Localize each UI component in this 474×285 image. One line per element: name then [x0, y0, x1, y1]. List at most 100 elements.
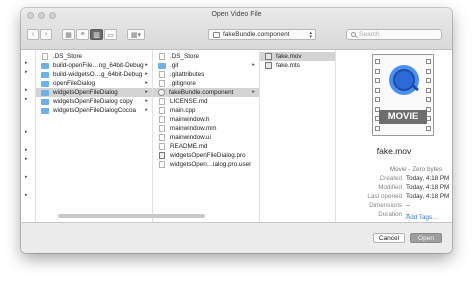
info-value: --: [406, 202, 411, 209]
list-item[interactable]: main.cpp: [153, 106, 259, 115]
chevron-right-icon: ▸: [145, 62, 148, 68]
document-icon: [159, 71, 165, 78]
document-icon: [159, 125, 165, 132]
cover-flow-view-button[interactable]: ▭: [104, 29, 117, 40]
list-item[interactable]: .DS_Store: [36, 52, 152, 61]
folder-icon: [41, 98, 49, 105]
document-icon: [159, 152, 165, 159]
list-item[interactable]: .gitattributes: [153, 70, 259, 79]
info-row-dimensions: Dimensions --: [336, 202, 452, 211]
title-bar[interactable]: Open Video File: [21, 8, 452, 22]
location-popup[interactable]: fakeBundle.component ▴ ▾: [208, 29, 316, 40]
dialog-footer: Cancel Open: [21, 222, 452, 253]
list-item-selected[interactable]: widgetsOpenFileDialog ▸: [36, 88, 152, 97]
component-icon: [158, 89, 165, 96]
item-label: fake.mov: [276, 53, 302, 60]
toolbar: ‹ › ▦ ≡ ▥ ▭ ▦▾ fakeBundle.component ▴ ▾ S…: [21, 22, 452, 50]
location-label: fakeBundle.component: [223, 31, 290, 38]
window-title: Open Video File: [211, 11, 262, 18]
chevron-right-icon: ▸: [252, 62, 255, 68]
list-item[interactable]: widgetsOpenFileDialog.pro: [153, 151, 259, 160]
document-icon: [159, 143, 165, 150]
list-view-button[interactable]: ≡: [76, 29, 89, 40]
list-item[interactable]: .git ▸: [153, 61, 259, 70]
info-value: Today, 4:18 PM: [406, 193, 450, 200]
movie-file-icon: [265, 62, 272, 69]
list-item[interactable]: openFileDialog ▸: [36, 79, 152, 88]
chevron-right-icon: ▸: [252, 89, 255, 95]
list-item[interactable]: mainwindow.ui: [153, 133, 259, 142]
item-label: build-widgetsO…g_64bit-Debug: [53, 71, 143, 78]
folder-icon: [158, 62, 166, 69]
list-item[interactable]: .gitignore: [153, 79, 259, 88]
list-item[interactable]: LICENSE.md: [153, 97, 259, 106]
list-item-selected[interactable]: fake.mov: [260, 52, 335, 61]
chevron-right-icon: ▸: [145, 98, 148, 104]
info-key: Dimensions: [369, 202, 402, 209]
item-label: widgetsOpen…ialog.pro.user: [170, 161, 252, 168]
icon-view-button[interactable]: ▦: [62, 29, 75, 40]
document-icon: [159, 107, 165, 114]
info-key: Modified: [378, 184, 402, 191]
list-item[interactable]: widgetsOpenFileDialog copy ▸: [36, 97, 152, 106]
item-label: widgetsOpenFileDialog copy: [53, 98, 133, 105]
document-icon: [159, 161, 165, 168]
info-value: Today, 4:18 PM: [406, 184, 450, 191]
search-placeholder: Search: [359, 31, 380, 38]
item-label: fake.mts: [276, 62, 300, 69]
arrange-button[interactable]: ▦▾: [127, 29, 145, 40]
item-label: mainwindow.ui: [170, 134, 211, 141]
disclosure-triangle-icon[interactable]: ▸: [25, 96, 28, 102]
back-button[interactable]: ‹: [27, 29, 39, 40]
disclosure-triangle-icon[interactable]: ▸: [25, 129, 28, 135]
list-item[interactable]: mainwindow.h: [153, 115, 259, 124]
list-item[interactable]: .DS_Store: [153, 52, 259, 61]
info-key: Created: [379, 175, 402, 182]
forward-button[interactable]: ›: [40, 29, 52, 40]
disclosure-triangle-icon[interactable]: ▸: [25, 87, 28, 93]
icon-view-icon: ▦: [65, 31, 72, 39]
list-item[interactable]: fake.mts: [260, 61, 335, 70]
list-item-selected[interactable]: fakeBundle.component ▸: [153, 88, 259, 97]
disclosure-triangle-icon[interactable]: ▸: [25, 69, 28, 75]
list-item[interactable]: widgetsOpen…ialog.pro.user: [153, 160, 259, 169]
folder-icon: [41, 80, 49, 87]
chevron-right-icon: ▸: [145, 71, 148, 77]
updown-chevron-icon: ▴ ▾: [309, 30, 312, 40]
sidebar-column[interactable]: ▸ ▸ ▸ ▸ ▸ ▸ ▸ ▸ ▸: [21, 50, 36, 222]
disclosure-triangle-icon[interactable]: ▸: [25, 156, 28, 162]
column-2: .DS_Store .git ▸ .gitattributes .gitigno…: [153, 50, 260, 222]
cancel-button[interactable]: Cancel: [373, 233, 405, 243]
list-item[interactable]: mainwindow.mm: [153, 124, 259, 133]
disclosure-triangle-icon[interactable]: ▸: [25, 174, 28, 180]
horizontal-scrollbar[interactable]: [58, 214, 205, 218]
open-button[interactable]: Open: [410, 233, 442, 243]
list-view-icon: ≡: [80, 31, 85, 38]
chevron-right-icon: ▸: [145, 80, 148, 86]
item-label: openFileDialog: [53, 80, 96, 87]
info-value: Today, 4:18 PM: [406, 175, 450, 182]
disclosure-triangle-icon[interactable]: ▸: [25, 192, 28, 198]
item-label: .gitattributes: [170, 71, 205, 78]
document-icon: [159, 116, 165, 123]
preview-file-name: fake.mov: [376, 146, 412, 156]
item-label: .git: [170, 62, 179, 69]
list-item[interactable]: build-openFile…ng_64bit-Debug ▸: [36, 61, 152, 70]
item-label: mainwindow.h: [170, 116, 210, 123]
item-label: widgetsOpenFileDialog: [53, 89, 118, 96]
movie-file-icon: MOVIE: [372, 54, 434, 136]
item-label: widgetsOpenFileDialog.pro: [170, 152, 246, 159]
list-item[interactable]: README.md: [153, 142, 259, 151]
disclosure-triangle-icon[interactable]: ▸: [25, 147, 28, 153]
add-tags-link[interactable]: Add Tags...: [406, 214, 437, 221]
preview-pane: MOVIE fake.mov Movie - Zero bytes Create…: [336, 50, 452, 222]
chevron-right-icon: ›: [44, 31, 48, 38]
list-item[interactable]: widgetsOpenFileDialogCocoa ▸: [36, 106, 152, 115]
disclosure-triangle-icon[interactable]: ▸: [25, 60, 28, 66]
arrange-grid-icon: ▦▾: [130, 31, 142, 39]
column-view-button[interactable]: ▥: [90, 29, 103, 40]
list-item[interactable]: build-widgetsO…g_64bit-Debug ▸: [36, 70, 152, 79]
chevron-right-icon: ▸: [145, 107, 148, 113]
search-field[interactable]: Search: [346, 29, 442, 40]
item-label: build-openFile…ng_64bit-Debug: [53, 62, 144, 69]
